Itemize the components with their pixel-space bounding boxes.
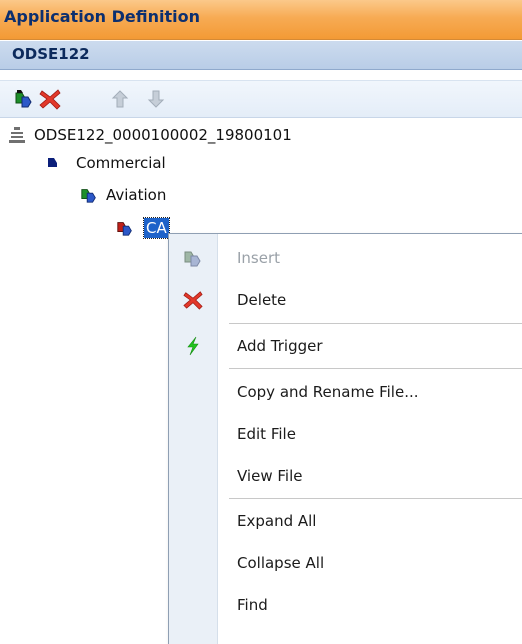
tree-node-aviation[interactable]: Aviation <box>80 183 166 207</box>
menu-item-insert[interactable]: Insert <box>169 241 522 275</box>
tree-node-root[interactable]: ODSE122_0000100002_19800101 <box>8 123 292 147</box>
delete-button[interactable] <box>38 87 62 111</box>
menu-separator <box>229 368 522 369</box>
arrow-down-icon <box>147 90 165 108</box>
menu-item-label: Add Trigger <box>237 337 323 355</box>
insert-icon <box>15 90 32 108</box>
root-node-icon <box>8 126 26 144</box>
menu-item-label: Collapse All <box>237 554 325 572</box>
menu-separator <box>229 323 522 324</box>
delete-x-icon <box>39 89 61 110</box>
tree-node-commercial[interactable]: Commercial <box>44 151 166 175</box>
menu-item-label: Edit File <box>237 425 296 443</box>
menu-item-add-trigger[interactable]: Add Trigger <box>169 329 522 363</box>
tree-node-ca[interactable]: CA <box>116 216 170 240</box>
definition-tree: ODSE122_0000100002_19800101 Commercial A… <box>0 120 522 250</box>
folder-node-icon <box>44 154 62 172</box>
menu-item-copy-rename-file[interactable]: Copy and Rename File... <box>169 375 522 409</box>
red-node-icon <box>116 219 134 237</box>
menu-item-label: Copy and Rename File... <box>237 383 419 401</box>
lightning-icon <box>169 329 217 363</box>
tree-node-label: Aviation <box>106 186 167 204</box>
panel-title: Application Definition <box>0 0 522 40</box>
delete-x-icon <box>169 283 217 317</box>
menu-item-edit-file[interactable]: Edit File <box>169 417 522 451</box>
move-up-button[interactable] <box>108 87 132 111</box>
definition-name-header: ODSE122 <box>0 41 522 70</box>
arrow-up-icon <box>111 90 129 108</box>
tree-node-label-selected: CA <box>143 217 170 239</box>
menu-item-label: Delete <box>237 291 287 309</box>
menu-item-collapse-all[interactable]: Collapse All <box>169 546 522 580</box>
toolbar <box>0 80 522 118</box>
menu-item-view-file[interactable]: View File <box>169 459 522 493</box>
menu-separator <box>229 498 522 499</box>
menu-item-find[interactable]: Find <box>169 588 522 622</box>
menu-item-label: View File <box>237 467 303 485</box>
context-menu: Insert Delete Add Trigger Copy and Renam… <box>168 233 522 644</box>
tree-node-label: Commercial <box>76 154 166 172</box>
insert-icon <box>169 241 217 275</box>
menu-item-label: Expand All <box>237 512 317 530</box>
menu-item-expand-all[interactable]: Expand All <box>169 504 522 538</box>
insert-button[interactable] <box>12 87 36 111</box>
menu-item-delete[interactable]: Delete <box>169 283 522 317</box>
move-down-button[interactable] <box>144 87 168 111</box>
application-definition-panel: Application Definition ODSE122 ODSE122_0… <box>0 0 522 644</box>
tree-node-label: ODSE122_0000100002_19800101 <box>34 126 292 144</box>
menu-item-label: Find <box>237 596 268 614</box>
menu-item-label: Insert <box>237 249 281 267</box>
green-node-icon <box>80 186 98 204</box>
